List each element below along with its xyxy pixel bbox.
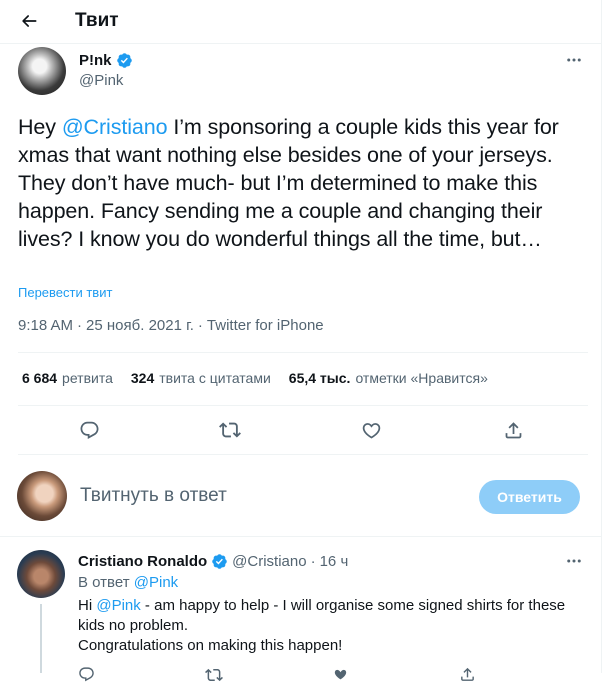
reply-input[interactable]: Твитнуть в ответ [80,485,227,507]
retweets-label: ретвита [62,370,113,386]
author-handle[interactable]: @Pink [79,72,123,89]
tweet-text: Hey @Cristiano I’m sponsoring a couple k… [18,113,590,253]
reply-separator: · [310,553,316,570]
retweet-icon [219,422,241,438]
reply-text-line1: Hi @Pink - am happy to help - I will org… [78,596,588,636]
tweet-actions [0,413,601,447]
reply-actions [78,664,588,684]
reply-more-button[interactable] [562,551,586,571]
reply-author-handle[interactable]: @Cristiano [232,553,306,570]
reply-to-label: В ответ [78,574,130,591]
likes-stat[interactable]: 65,4 тыс. отметки «Нравится» [289,370,488,386]
reply-retweet-button[interactable] [205,666,223,684]
translate-link[interactable]: Перевести твит [18,285,112,300]
divider [18,352,588,353]
divider [0,43,601,44]
author-name-text: P!nk [79,52,112,69]
reply-mention-link[interactable]: @Pink [96,597,140,614]
divider [0,536,601,537]
tweet-source[interactable]: Twitter for iPhone [207,317,324,334]
tweet-meta: 9:18 AM · 25 нояб. 2021 г. · Twitter for… [18,317,324,334]
reply-button[interactable] [76,417,102,443]
like-icon [334,669,347,680]
meta-separator: · [197,317,203,334]
reply-to-handle[interactable]: @Pink [134,574,178,591]
reply-to-line: В ответ @Pink [78,574,178,591]
quotes-count: 324 [130,370,155,386]
reply-author-name[interactable]: Cristiano Ronaldo [78,553,207,570]
user-avatar[interactable] [17,471,67,521]
divider [18,454,588,455]
reply-share-button[interactable] [459,666,476,683]
mention-link[interactable]: @Cristiano [62,115,168,139]
more-icon [567,559,581,563]
tweet-text-pre: Hey [18,115,62,139]
likes-label: отметки «Нравится» [355,370,488,386]
more-options-button[interactable] [562,50,586,70]
reply-text-line2: Congratulations on making this happen! [78,637,343,654]
reply-like-button[interactable] [332,666,349,683]
thread-line [40,604,42,673]
author-avatar[interactable] [18,47,66,95]
verified-badge-icon [116,53,132,68]
reply-reply-button[interactable] [78,666,95,683]
tweet-stats: 6 684 ретвита 324 твита с цитатами 65,4 … [22,370,506,386]
tweet-page: Твит P!nk @Pink Hey @Cristiano I’m spons… [0,0,602,682]
retweet-icon [205,668,223,682]
reply-icon [79,667,94,682]
more-icon [567,58,581,62]
likes-count: 65,4 тыс. [288,370,351,386]
meta-separator: · [77,317,83,334]
retweets-stat[interactable]: 6 684 ретвита [22,370,113,386]
reply-text: Hi @Pink - am happy to help - I will org… [78,596,588,656]
tweet-date[interactable]: 25 нояб. 2021 г. [86,317,194,334]
reply-text-post: - am happy to help - I will organise som… [78,597,566,634]
reply-icon [80,421,98,439]
verified-badge-icon [212,554,227,569]
share-icon [461,667,474,681]
page-title: Твит [75,10,119,31]
like-icon [362,422,380,439]
author-name[interactable]: P!nk [79,52,133,69]
reply-submit-button[interactable]: Ответить [479,480,580,514]
share-button[interactable] [500,417,526,443]
retweets-count: 6 684 [22,370,58,386]
retweet-button[interactable] [217,417,243,443]
divider [18,405,588,406]
back-arrow-icon [22,15,37,27]
reply-author-avatar[interactable] [17,550,65,598]
reply-text-pre: Hi [78,597,97,614]
back-button[interactable] [16,8,42,34]
share-icon [505,421,521,438]
tweet-time[interactable]: 9:18 AM [18,317,73,334]
like-button[interactable] [358,417,384,443]
reply-time[interactable]: 16 ч [320,553,349,570]
quotes-label: твита с цитатами [159,370,271,386]
reply-header: Cristiano Ronaldo @Cristiano · 16 ч [78,553,348,570]
page-header: Твит [0,0,601,43]
quotes-stat[interactable]: 324 твита с цитатами [131,370,271,386]
